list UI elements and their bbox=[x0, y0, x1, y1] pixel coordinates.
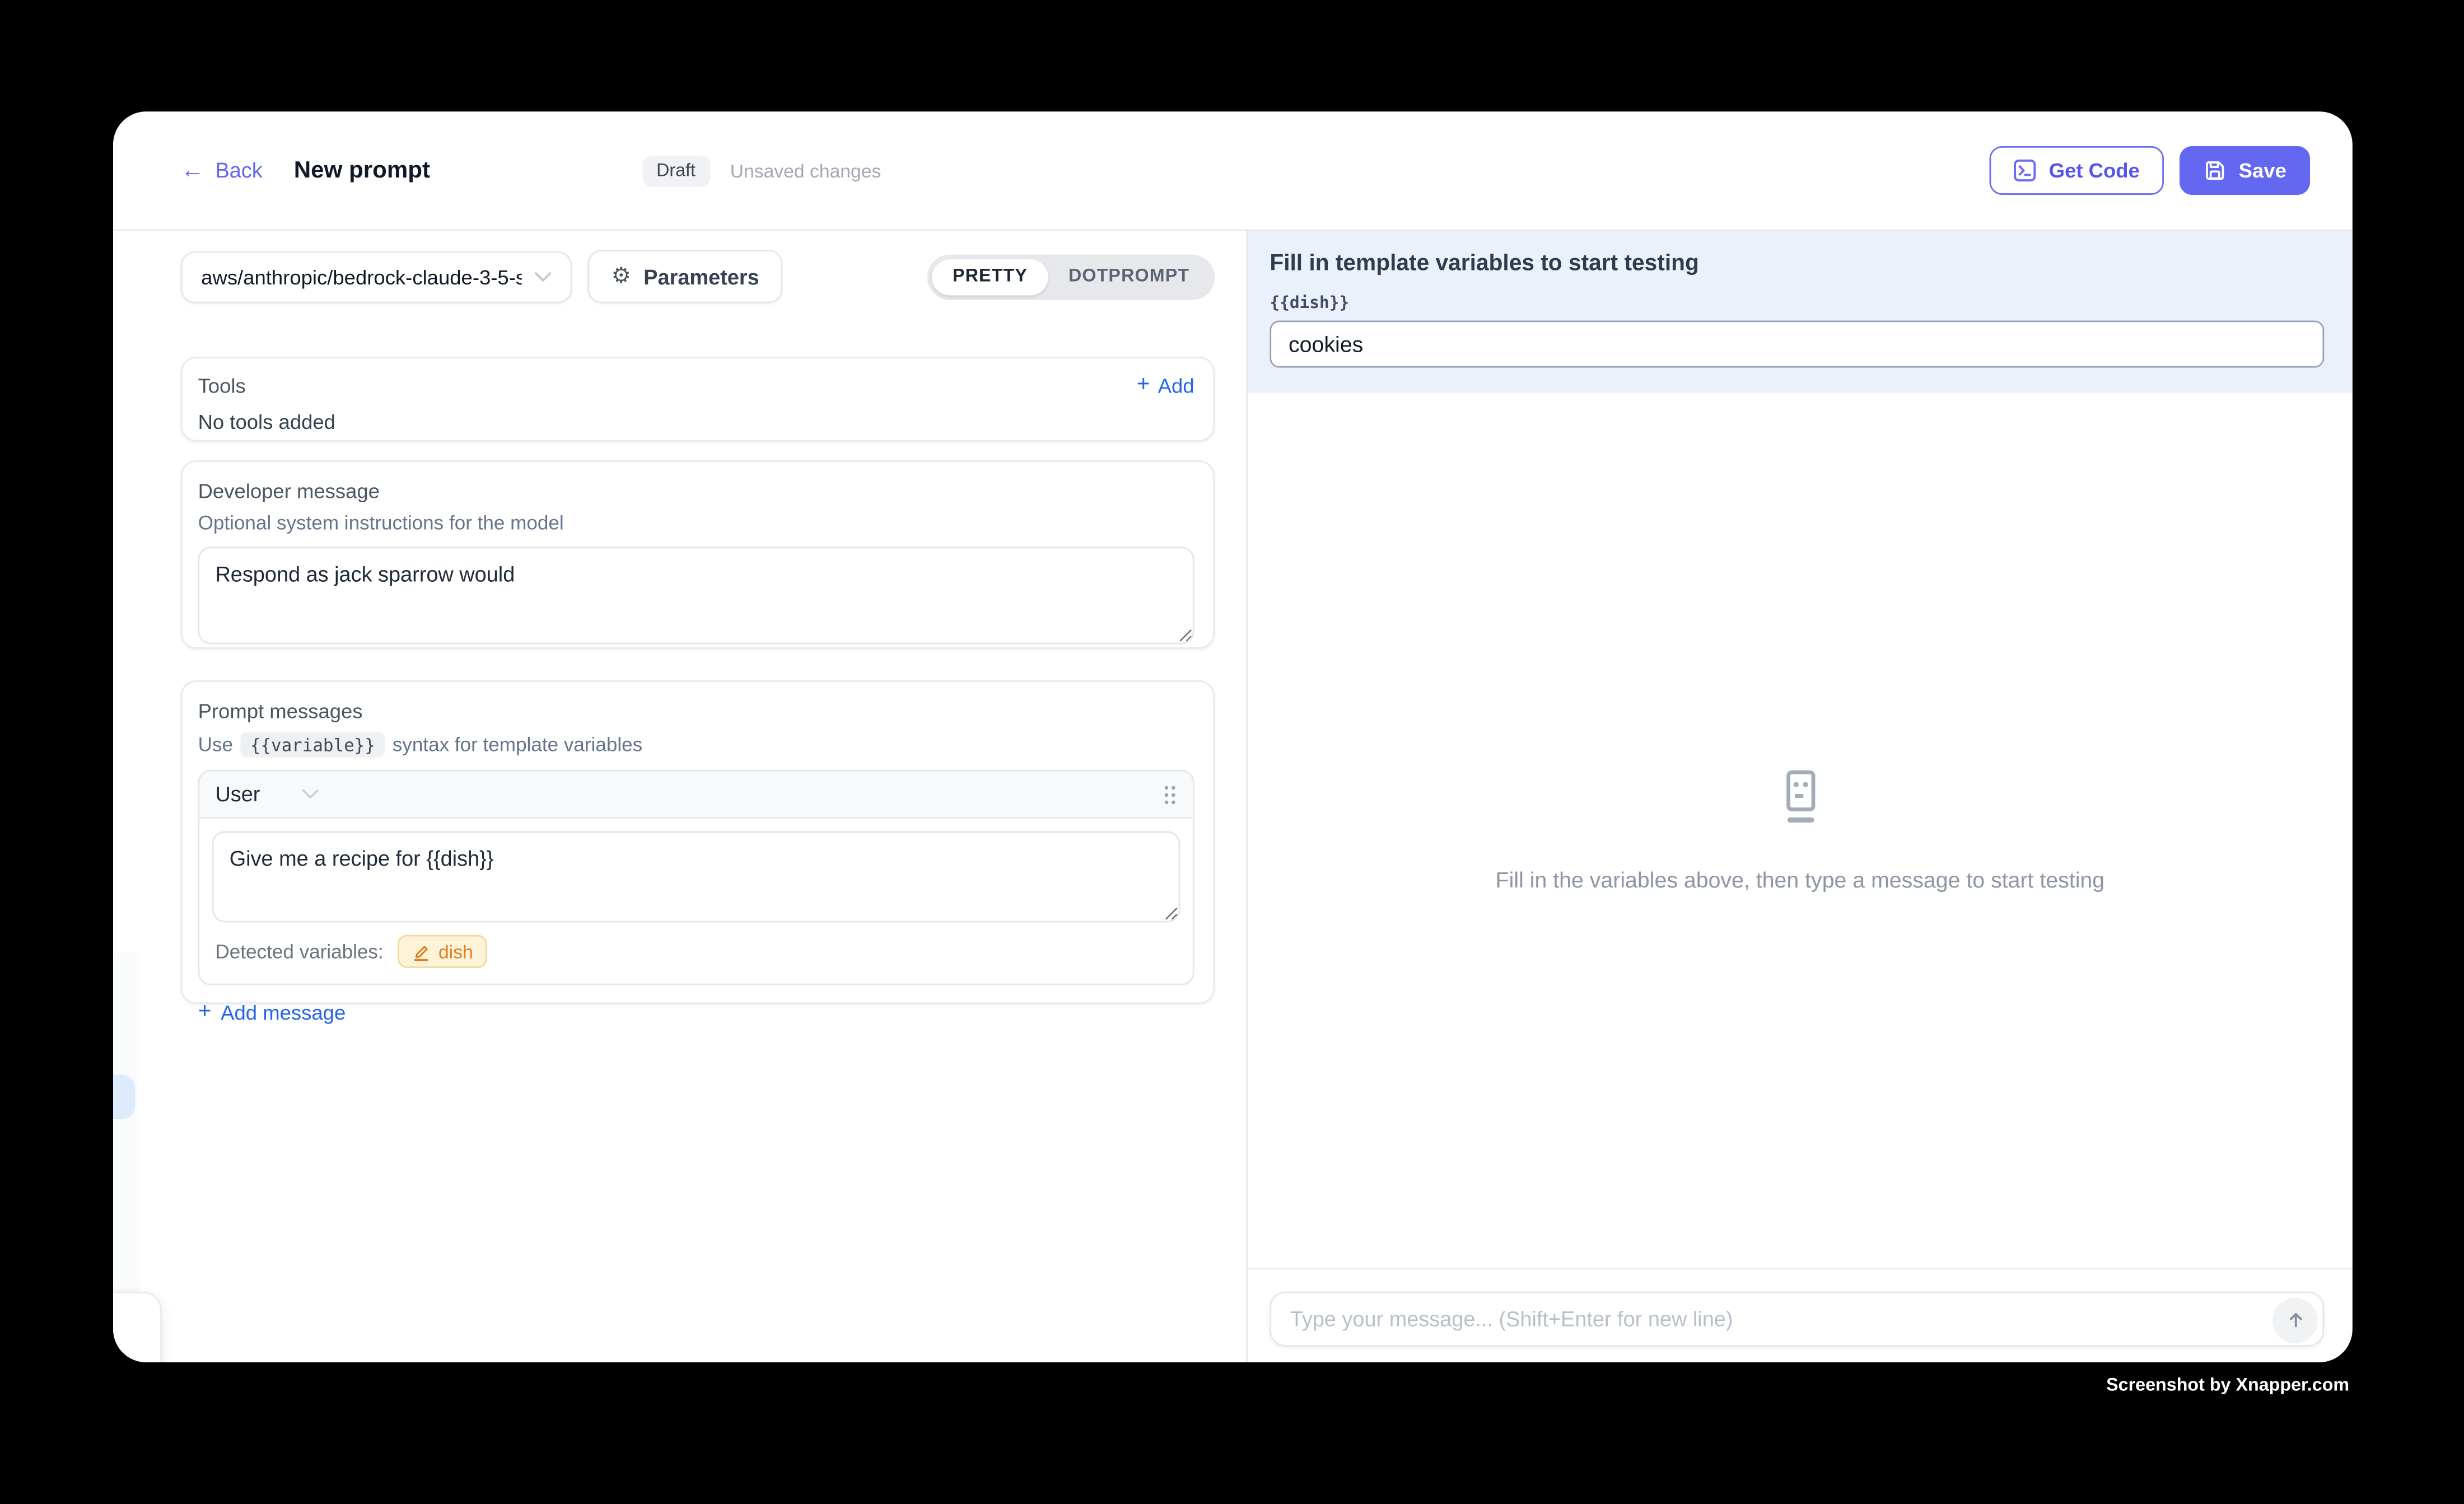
chat-message-input[interactable] bbox=[1271, 1307, 2322, 1331]
message-role-bar: User bbox=[199, 772, 1192, 819]
add-tool-button[interactable]: + Add bbox=[1137, 374, 1194, 398]
save-icon bbox=[2202, 158, 2226, 182]
save-label: Save bbox=[2239, 158, 2286, 182]
chevron-down-icon bbox=[301, 789, 318, 800]
tools-card: Tools + Add No tools added bbox=[181, 357, 1215, 442]
status-badge: Draft bbox=[642, 155, 710, 186]
back-arrow-icon: ← bbox=[181, 158, 204, 182]
back-label: Back bbox=[215, 158, 262, 182]
role-select[interactable]: User bbox=[215, 782, 318, 806]
detected-variables-label: Detected variables: bbox=[215, 940, 383, 962]
add-message-label: Add message bbox=[221, 1001, 346, 1024]
back-button[interactable]: ← Back bbox=[181, 158, 263, 182]
main-split: aws/anthropic/bedrock-claude-3-5-s... ⚙ … bbox=[113, 231, 2353, 1362]
chat-empty-text: Fill in the variables above, then type a… bbox=[1496, 866, 2105, 891]
variable-syntax-hint: Use {{variable}} syntax for template var… bbox=[198, 732, 1194, 758]
left-rail-highlight bbox=[113, 1075, 135, 1119]
left-rail-strip bbox=[113, 952, 140, 1295]
chat-input-box bbox=[1270, 1292, 2324, 1347]
dish-variable-label: {{dish}} bbox=[1270, 294, 2324, 313]
robot-face-icon bbox=[1768, 764, 1831, 830]
drag-handle-icon[interactable] bbox=[1163, 783, 1177, 805]
add-message-button[interactable]: + Add message bbox=[198, 1001, 346, 1024]
pencil-icon bbox=[412, 942, 431, 961]
prompt-messages-title: Prompt messages bbox=[198, 699, 1194, 723]
chevron-down-icon bbox=[534, 271, 552, 282]
variable-code-chip: {{variable}} bbox=[241, 732, 385, 758]
screenshot-stage: ← Back New prompt Draft Unsaved changes … bbox=[0, 0, 2464, 1503]
header-actions: Get Code Save bbox=[1989, 146, 2310, 195]
save-button[interactable]: Save bbox=[2179, 146, 2310, 195]
variable-chip-label: dish bbox=[438, 940, 473, 962]
get-code-label: Get Code bbox=[2049, 158, 2140, 182]
chat-empty-state: Fill in the variables above, then type a… bbox=[1248, 764, 2353, 891]
model-bar: aws/anthropic/bedrock-claude-3-5-s... ⚙ … bbox=[181, 250, 1215, 303]
prompt-messages-card: Prompt messages Use {{variable}} syntax … bbox=[181, 680, 1215, 1004]
developer-message-title: Developer message bbox=[198, 479, 1194, 503]
parameters-label: Parameters bbox=[643, 265, 759, 288]
message-body: Give me a recipe for {{dish}} Detected v… bbox=[199, 819, 1192, 984]
parameters-button[interactable]: ⚙ Parameters bbox=[587, 250, 782, 303]
prompt-editor-pane: aws/anthropic/bedrock-claude-3-5-s... ⚙ … bbox=[113, 231, 1246, 1362]
role-select-value: User bbox=[215, 782, 260, 806]
hint-prefix: Use bbox=[198, 734, 233, 755]
view-mode-toggle: PRETTY DOTPROMPT bbox=[927, 254, 1215, 299]
message-block: User bbox=[198, 770, 1194, 985]
model-select-value: aws/anthropic/bedrock-claude-3-5-s... bbox=[201, 265, 521, 288]
toggle-pretty[interactable]: PRETTY bbox=[932, 259, 1048, 295]
test-pane: Fill in template variables to start test… bbox=[1246, 231, 2353, 1362]
template-variables-title: Fill in template variables to start test… bbox=[1270, 251, 2324, 277]
page-title: New prompt bbox=[294, 157, 430, 184]
message-content-input[interactable]: Give me a recipe for {{dish}} bbox=[212, 831, 1180, 922]
terminal-icon bbox=[2013, 158, 2036, 182]
developer-message-subtitle: Optional system instructions for the mod… bbox=[198, 512, 1194, 534]
plus-icon: + bbox=[198, 1001, 212, 1024]
hint-suffix: syntax for template variables bbox=[393, 734, 642, 755]
tools-empty-text: No tools added bbox=[198, 410, 1194, 433]
add-tool-label: Add bbox=[1158, 374, 1194, 398]
left-rail-tab bbox=[113, 1292, 162, 1362]
chat-area: Fill in the variables above, then type a… bbox=[1248, 393, 2353, 1268]
get-code-button[interactable]: Get Code bbox=[1989, 146, 2163, 195]
model-select[interactable]: aws/anthropic/bedrock-claude-3-5-s... bbox=[181, 251, 572, 303]
gear-icon: ⚙ bbox=[612, 265, 631, 287]
tools-card-header: Tools + Add bbox=[198, 374, 1194, 398]
top-bar: ← Back New prompt Draft Unsaved changes … bbox=[113, 111, 2353, 231]
unsaved-changes-note: Unsaved changes bbox=[730, 160, 881, 181]
plus-icon: + bbox=[1137, 375, 1150, 398]
toggle-dotprompt[interactable]: DOTPROMPT bbox=[1048, 259, 1210, 295]
app-window: ← Back New prompt Draft Unsaved changes … bbox=[113, 111, 2353, 1362]
send-button[interactable] bbox=[2272, 1297, 2318, 1342]
detected-variables-row: Detected variables: dish bbox=[212, 935, 1180, 973]
watermark: Screenshot by Xnapper.com bbox=[2106, 1376, 2349, 1395]
dish-variable-input[interactable] bbox=[1270, 320, 2324, 367]
variable-chip-dish[interactable]: dish bbox=[398, 935, 487, 968]
chat-input-row bbox=[1248, 1268, 2353, 1362]
tools-title: Tools bbox=[198, 374, 246, 398]
developer-message-card: Developer message Optional system instru… bbox=[181, 460, 1215, 649]
template-variables-panel: Fill in template variables to start test… bbox=[1248, 231, 2353, 393]
developer-message-input[interactable]: Respond as jack sparrow would bbox=[198, 547, 1194, 644]
